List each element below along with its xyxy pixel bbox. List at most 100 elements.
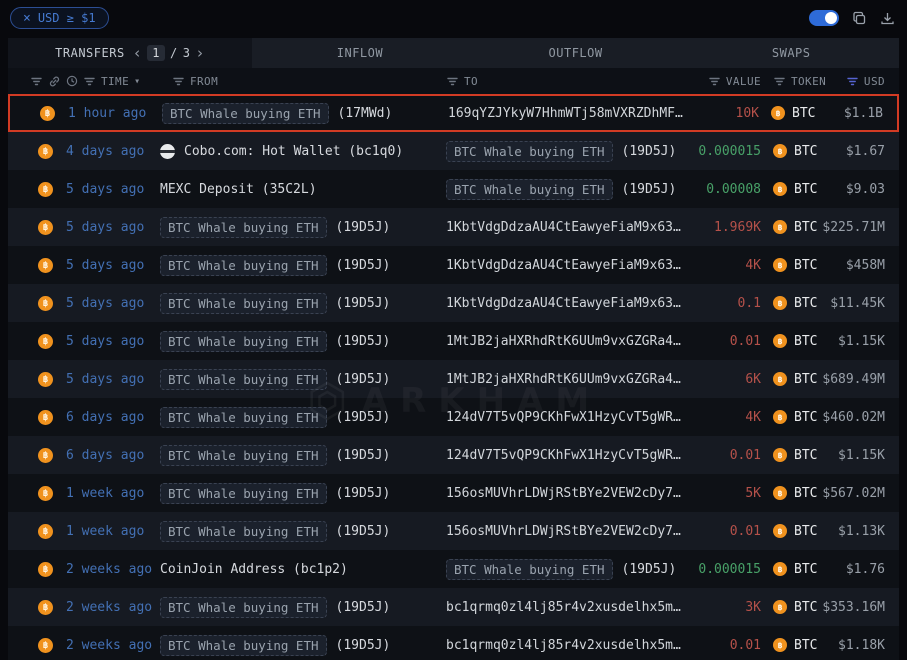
entity-tag[interactable]: BTC Whale buying ETH [160,635,327,656]
table-row[interactable]: ฿5 days agoBTC Whale buying ETH(19D5J)1M… [8,322,899,360]
entity-id[interactable]: (19D5J) [336,600,391,615]
table-row[interactable]: ฿1 week agoBTC Whale buying ETH(19D5J)15… [8,512,899,550]
col-usd[interactable]: USD [864,75,885,88]
entity-id[interactable]: (19D5J) [336,638,391,653]
filter-icon-active[interactable] [846,75,859,88]
entity-id[interactable]: (19D5J) [336,334,391,349]
time-cell[interactable]: 5 days ago [66,220,160,235]
address[interactable]: 156osMUVhrLDWjRStBYe2VEW2cDy7xWrc8 [446,524,685,539]
table-row[interactable]: ฿6 days agoBTC Whale buying ETH(19D5J)12… [8,398,899,436]
entity-id[interactable]: (19D5J) [336,410,391,425]
filter-icon[interactable] [83,75,96,88]
table-row[interactable]: ฿4 days agoCobo.com: Hot Wallet (bc1q0)B… [8,132,899,170]
token-cell[interactable]: ฿BTC [759,106,817,121]
address[interactable]: 124dV7T5vQP9CKhFwX1HzyCvT5gWRv4Pto [446,410,685,425]
time-cell[interactable]: 2 weeks ago [66,638,160,653]
address[interactable]: 169qYZJYkyW7HhmWTj58mVXRZDhMFHPZPd [448,106,683,121]
usd-filter-chip[interactable]: × USD ≥ $1 [10,7,109,29]
address[interactable]: 1MtJB2jaHXRhdRtK6UUm9vxGZGRa4GEpYn [446,372,685,387]
col-to[interactable]: TO [464,75,478,88]
time-cell[interactable]: 1 hour ago [68,106,162,121]
table-row[interactable]: ฿2 weeks agoBTC Whale buying ETH(19D5J)b… [8,588,899,626]
filter-icon[interactable] [30,75,43,88]
table-row[interactable]: ฿5 days agoBTC Whale buying ETH(19D5J)1K… [8,284,899,322]
entity-label[interactable]: MEXC Deposit (35C2L) [160,182,317,197]
entity-tag[interactable]: BTC Whale buying ETH [446,179,613,200]
usd-toggle[interactable] [809,10,839,26]
token-cell[interactable]: ฿BTC [761,334,819,349]
time-cell[interactable]: 1 week ago [66,486,160,501]
table-row[interactable]: ฿1 week agoBTC Whale buying ETH(19D5J)15… [8,474,899,512]
table-row[interactable]: ฿1 hour agoBTC Whale buying ETH(17MWd)16… [8,94,899,132]
time-cell[interactable]: 6 days ago [66,410,160,425]
token-cell[interactable]: ฿BTC [761,562,819,577]
address[interactable]: bc1qrmq0zl4lj85r4v2xusdelhx5mme45zsks… [446,638,685,653]
entity-tag[interactable]: BTC Whale buying ETH [446,559,613,580]
page-prev-icon[interactable]: ‹ [133,46,143,61]
address[interactable]: 1KbtVdgDdzaAU4CtEawyeFiaM9x63DCava [446,296,685,311]
copy-icon[interactable] [852,11,867,26]
table-row[interactable]: ฿2 weeks agoCoinJoin Address (bc1p2)BTC … [8,550,899,588]
table-row[interactable]: ฿5 days agoBTC Whale buying ETH(19D5J)1K… [8,246,899,284]
token-cell[interactable]: ฿BTC [761,638,819,653]
entity-label[interactable]: CoinJoin Address (bc1p2) [160,562,348,577]
address[interactable]: 1MtJB2jaHXRhdRtK6UUm9vxGZGRa4GEpYn [446,334,685,349]
token-cell[interactable]: ฿BTC [761,486,819,501]
address[interactable]: 124dV7T5vQP9CKhFwX1HzyCvT5gWRv4Pto [446,448,685,463]
table-row[interactable]: ฿5 days agoMEXC Deposit (35C2L)BTC Whale… [8,170,899,208]
address[interactable]: 1KbtVdgDdzaAU4CtEawyeFiaM9x63DCava [446,258,685,273]
entity-id[interactable]: (19D5J) [622,144,677,159]
token-cell[interactable]: ฿BTC [761,182,819,197]
token-cell[interactable]: ฿BTC [761,448,819,463]
entity-id[interactable]: (17MWd) [338,106,393,121]
entity-id[interactable]: (19D5J) [336,258,391,273]
filter-icon[interactable] [172,75,185,88]
time-cell[interactable]: 5 days ago [66,296,160,311]
table-row[interactable]: ฿6 days agoBTC Whale buying ETH(19D5J)12… [8,436,899,474]
time-cell[interactable]: 2 weeks ago [66,600,160,615]
tab-outflow[interactable]: OUTFLOW [468,38,684,68]
filter-icon[interactable] [708,75,721,88]
entity-tag[interactable]: BTC Whale buying ETH [160,255,327,276]
link-icon[interactable] [48,75,61,88]
time-cell[interactable]: 5 days ago [66,334,160,349]
col-time[interactable]: TIME [101,75,129,88]
address[interactable]: 156osMUVhrLDWjRStBYe2VEW2cDy7xWrc8 [446,486,685,501]
entity-tag[interactable]: BTC Whale buying ETH [160,407,327,428]
entity-tag[interactable]: BTC Whale buying ETH [160,331,327,352]
token-cell[interactable]: ฿BTC [761,220,819,235]
address[interactable]: bc1qrmq0zl4lj85r4v2xusdelhx5mme45zsks… [446,600,685,615]
tab-swaps[interactable]: SWAPS [683,38,899,68]
table-row[interactable]: ฿2 weeks agoBTC Whale buying ETH(19D5J)b… [8,626,899,660]
entity-id[interactable]: (19D5J) [622,562,677,577]
entity-label[interactable]: Cobo.com: Hot Wallet (bc1q0) [184,144,403,159]
entity-tag[interactable]: BTC Whale buying ETH [160,217,327,238]
tab-inflow[interactable]: INFLOW [252,38,468,68]
entity-id[interactable]: (19D5J) [622,182,677,197]
time-cell[interactable]: 5 days ago [66,258,160,273]
time-cell[interactable]: 5 days ago [66,372,160,387]
entity-tag[interactable]: BTC Whale buying ETH [446,141,613,162]
entity-id[interactable]: (19D5J) [336,486,391,501]
time-cell[interactable]: 1 week ago [66,524,160,539]
filter-icon[interactable] [773,75,786,88]
entity-tag[interactable]: BTC Whale buying ETH [160,445,327,466]
entity-id[interactable]: (19D5J) [336,524,391,539]
time-cell[interactable]: 6 days ago [66,448,160,463]
entity-tag[interactable]: BTC Whale buying ETH [160,483,327,504]
time-cell[interactable]: 2 weeks ago [66,562,160,577]
col-from[interactable]: FROM [190,75,218,88]
col-value[interactable]: VALUE [726,75,761,88]
tab-transfers[interactable]: TRANSFERS ‹ 1 / 3 › [8,38,252,68]
filter-icon[interactable] [446,75,459,88]
address[interactable]: 1KbtVdgDdzaAU4CtEawyeFiaM9x63DCava [446,220,685,235]
page-next-icon[interactable]: › [195,46,205,61]
token-cell[interactable]: ฿BTC [761,372,819,387]
token-cell[interactable]: ฿BTC [761,410,819,425]
table-row[interactable]: ฿5 days agoBTC Whale buying ETH(19D5J)1M… [8,360,899,398]
token-cell[interactable]: ฿BTC [761,600,819,615]
entity-id[interactable]: (19D5J) [336,220,391,235]
chip-close-icon[interactable]: × [23,12,31,25]
download-icon[interactable] [880,11,895,26]
table-row[interactable]: ฿5 days agoBTC Whale buying ETH(19D5J)1K… [8,208,899,246]
